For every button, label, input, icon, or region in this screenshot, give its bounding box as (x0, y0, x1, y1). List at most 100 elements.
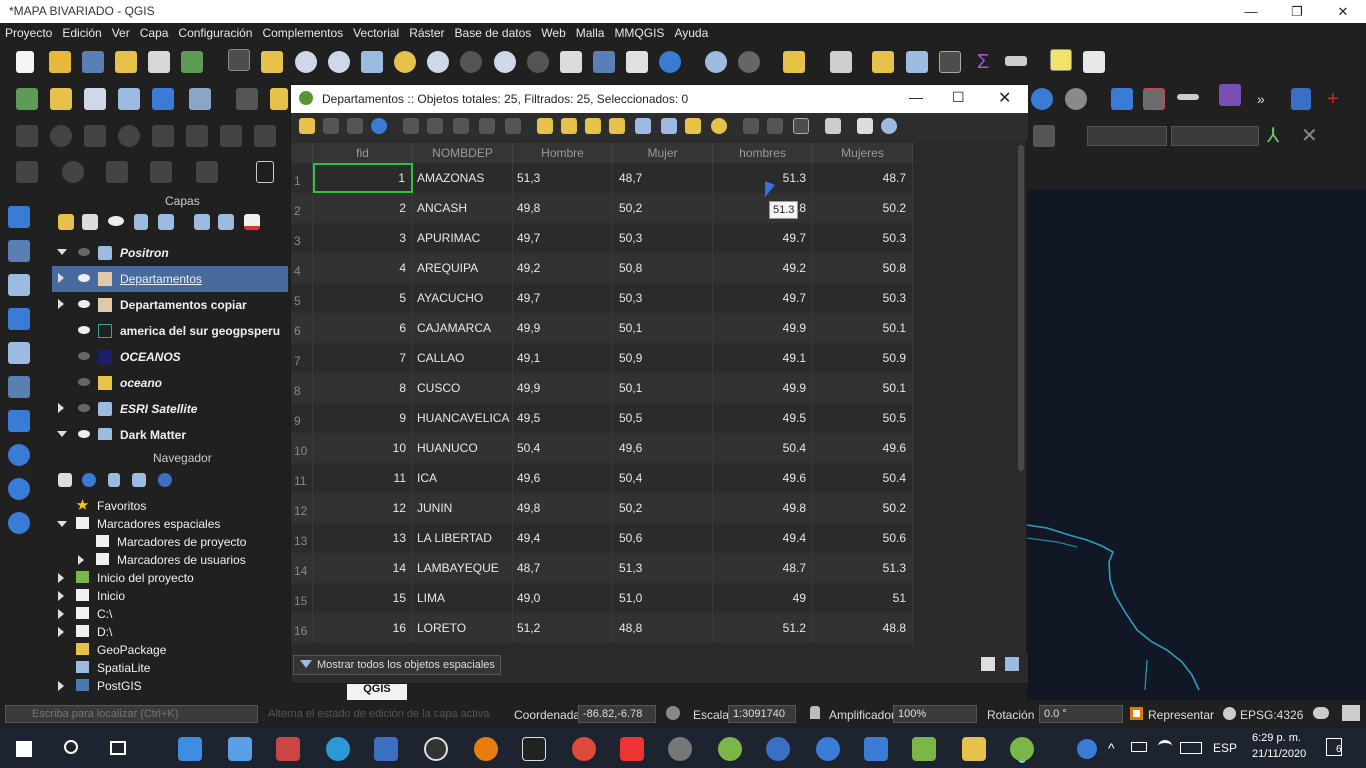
zoom-native-icon[interactable] (460, 51, 482, 73)
action-gear-icon[interactable] (738, 51, 760, 73)
topology-icon[interactable]: ⅄ (1267, 125, 1289, 147)
cell-nombdep[interactable]: LA LIBERTAD (413, 523, 513, 553)
cell-mujeres[interactable]: 50.8 (813, 253, 913, 283)
cell-fid[interactable]: 13 (313, 523, 413, 553)
deselect-all-icon[interactable] (609, 118, 625, 134)
collapse-browser-icon[interactable] (132, 473, 146, 487)
scale-field[interactable] (728, 705, 796, 723)
table-row[interactable]: 4 4 AREQUIPA 49,2 50,8 49.2 50.8 (291, 253, 913, 283)
colorbars-icon[interactable] (276, 737, 300, 761)
open-project-icon[interactable] (49, 51, 71, 73)
toggle-extents-icon[interactable] (666, 706, 680, 720)
open-styling-icon[interactable] (58, 214, 74, 230)
expand-arrow-icon[interactable] (58, 627, 64, 637)
cell-nombdep[interactable]: CALLAO (413, 343, 513, 373)
browser-item[interactable]: D:\ (50, 623, 290, 641)
expand-arrow-icon[interactable] (58, 299, 64, 309)
filter-browser-icon[interactable] (108, 473, 120, 487)
select-all-icon[interactable] (561, 118, 577, 134)
browser-item[interactable]: C:\ (50, 605, 290, 623)
table-row[interactable]: 22ANCASH49,850,249.850.2 (291, 193, 913, 223)
conditional-formatting-icon[interactable] (825, 118, 841, 134)
add-wms-icon[interactable] (152, 88, 174, 110)
collapse-arrow-icon[interactable] (57, 431, 67, 437)
python-icon[interactable] (1111, 88, 1133, 110)
browser-item[interactable]: Inicio (50, 587, 290, 605)
layer-row[interactable]: Departamentos (52, 266, 288, 292)
add-point-layer-icon[interactable] (8, 206, 30, 228)
measure-line-icon[interactable] (1177, 94, 1199, 100)
browser-item[interactable]: Favoritos (50, 497, 290, 515)
attribute-table-icon[interactable] (906, 51, 928, 73)
cell-hombre[interactable]: 51,2 (513, 613, 613, 643)
calculator-icon[interactable] (374, 737, 398, 761)
cell-hombres[interactable]: 49.6 (713, 463, 813, 493)
binoculars-icon[interactable] (1065, 88, 1087, 110)
magnifier-field[interactable] (893, 705, 977, 723)
cell-hombres[interactable]: 49.5 (713, 403, 813, 433)
cell-fid[interactable]: 15 (313, 583, 413, 613)
ede-icon[interactable] (1219, 84, 1241, 106)
toggle-edit-pencil-icon[interactable] (299, 118, 315, 134)
browser-item[interactable]: PostGIS (50, 677, 290, 695)
cell-fid[interactable]: 12 (313, 493, 413, 523)
cell-fid[interactable]: 8 (313, 373, 413, 403)
cell-nombdep[interactable]: AREQUIPA (413, 253, 513, 283)
crs-label[interactable]: EPSG:4326 (1240, 708, 1303, 722)
cell-mujer[interactable]: 50,1 (613, 373, 713, 403)
table-row[interactable]: 3 3 APURIMAC 49,7 50,3 49.7 50.3 (291, 223, 913, 253)
windows-start-icon[interactable] (16, 741, 32, 757)
cell-nombdep[interactable]: LAMBAYEQUE (413, 553, 513, 583)
cell-fid[interactable]: 5 (313, 283, 413, 313)
cell-mujer[interactable]: 51,0 (613, 583, 713, 613)
table-row[interactable]: 12 12 JUNIN 49,8 50,2 49.8 50.2 (291, 493, 913, 523)
zoom-out-icon[interactable] (328, 51, 350, 73)
cell-hombres[interactable]: 48.7 (713, 553, 813, 583)
menu-base-de-datos[interactable]: Base de datos (450, 23, 537, 40)
cell-mujeres[interactable]: 50.4 (813, 463, 913, 493)
table-row[interactable]: 16 16 LORETO 51,2 48,8 51.2 48.8 (291, 613, 913, 643)
col-header-hombres[interactable]: hombres (713, 143, 813, 163)
crs-globe-icon[interactable] (1223, 707, 1236, 720)
browser-item[interactable]: GeoPackage (50, 641, 290, 659)
table-row[interactable]: 9 9 HUANCAVELICA 49,5 50,5 49.5 50.5 (291, 403, 913, 433)
field-calculator-table-icon[interactable] (793, 118, 809, 134)
collapse-all-icon[interactable] (218, 214, 234, 230)
cell-hombres[interactable]: 49.2 (713, 253, 813, 283)
cell-fid[interactable]: 1 (313, 163, 413, 193)
table-row[interactable]: 1 1 AMAZONAS 51,3 48,7 51.3 48.7 (291, 163, 913, 193)
visibility-eye-icon[interactable] (78, 352, 90, 360)
layer-row[interactable]: Departamentos copiar (52, 292, 288, 318)
chrome-icon[interactable] (572, 737, 596, 761)
cell-mujer[interactable]: 50,3 (613, 223, 713, 253)
cell-hombres[interactable]: 49.4 (713, 523, 813, 553)
dropbox-icon[interactable] (178, 737, 202, 761)
scrollbar-thumb[interactable] (1018, 145, 1024, 471)
cell-hombres[interactable]: 49.1 (713, 343, 813, 373)
table-row[interactable]: 8 8 CUSCO 49,9 50,1 49.9 50.1 (291, 373, 913, 403)
obs-icon[interactable] (424, 737, 448, 761)
add-selected-icon[interactable] (58, 473, 72, 487)
new-map-view-icon[interactable] (560, 51, 582, 73)
table-row[interactable]: 14 14 LAMBAYEQUE 48,7 51,3 48.7 51.3 (291, 553, 913, 583)
toggle-editing-icon[interactable] (270, 88, 288, 110)
menu-capa[interactable]: Capa (135, 23, 174, 40)
maximize-button[interactable]: ❐ (1274, 0, 1320, 23)
notepad-app-icon[interactable] (912, 737, 936, 761)
cell-mujeres[interactable]: 48.8 (813, 613, 913, 643)
browser-item[interactable]: Marcadores de usuarios (50, 551, 290, 569)
collapse-arrow-icon[interactable] (57, 249, 67, 255)
select-by-value-icon[interactable] (830, 51, 852, 73)
table-view-icon[interactable] (1005, 657, 1019, 671)
menu-complementos[interactable]: Complementos (257, 23, 348, 40)
cell-mujer[interactable]: 50,6 (613, 523, 713, 553)
cell-mujer[interactable]: 50,9 (613, 343, 713, 373)
new-print-layout-icon[interactable] (115, 51, 137, 73)
cell-nombdep[interactable]: ICA (413, 463, 513, 493)
node-tool-icon[interactable] (256, 161, 274, 183)
expand-arrow-icon[interactable] (58, 573, 64, 583)
cell-hombre[interactable]: 49,9 (513, 313, 613, 343)
cell-nombdep[interactable]: LIMA (413, 583, 513, 613)
keyboard-icon[interactable] (1180, 742, 1202, 754)
cell-fid[interactable]: 10 (313, 433, 413, 463)
